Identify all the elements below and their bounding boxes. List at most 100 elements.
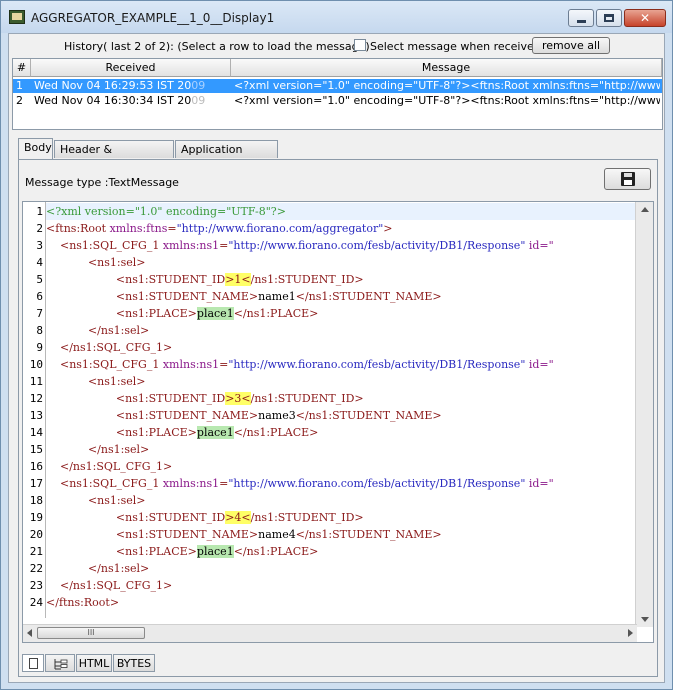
code-token: </ns1:STUDENT_NAME> xyxy=(295,528,442,541)
row-message: <?xml version="1.0" encoding="UTF-8"?><f… xyxy=(234,79,660,92)
scroll-right-arrow-icon[interactable] xyxy=(628,629,633,637)
scroll-left-arrow-icon[interactable] xyxy=(27,629,32,637)
tab-body[interactable]: Body xyxy=(18,138,53,159)
minimize-button[interactable] xyxy=(568,9,594,27)
message-type-label: Message type :TextMessage xyxy=(25,176,179,189)
code-line[interactable]: <ns1:PLACE>place1</ns1:PLACE> xyxy=(46,543,318,560)
code-token: place1 xyxy=(196,307,234,320)
tab-application-context[interactable]: Application Context xyxy=(175,140,278,174)
code-line[interactable]: <ns1:STUDENT_NAME>name3</ns1:STUDENT_NAM… xyxy=(46,407,442,424)
scroll-up-arrow-icon[interactable] xyxy=(641,207,649,212)
code-token: </ns1:SQL_CFG_1> xyxy=(46,460,173,473)
text-view-icon xyxy=(29,658,38,669)
code-token: </ns1:PLACE> xyxy=(233,426,319,439)
code-token: >3< xyxy=(225,392,251,405)
code-line[interactable]: <ns1:STUDENT_ID>3</ns1:STUDENT_ID> xyxy=(46,390,364,407)
horizontal-scroll-thumb[interactable]: III xyxy=(37,627,145,639)
code-token: <ns1:PLACE> xyxy=(46,426,197,439)
line-number: 16 xyxy=(29,460,43,473)
scroll-down-arrow-icon[interactable] xyxy=(641,617,649,622)
window-title: AGGREGATOR_EXAMPLE__1_0__Display1 xyxy=(31,11,275,25)
select-when-received-checkbox[interactable] xyxy=(354,39,366,51)
tab-header-attachments[interactable]: Header & Attachments xyxy=(54,140,174,174)
code-token: > xyxy=(383,222,393,235)
view-tab-tree[interactable] xyxy=(45,654,75,672)
line-number: 15 xyxy=(29,443,43,456)
view-tab-html[interactable]: HTML xyxy=(76,654,112,672)
code-area[interactable]: <?xml version="1.0" encoding="UTF-8"?> <f… xyxy=(46,202,637,618)
code-token: id=" xyxy=(525,477,554,490)
code-line[interactable]: </ns1:sel> xyxy=(46,560,149,577)
code-line[interactable]: <ns1:PLACE>place1</ns1:PLACE> xyxy=(46,305,318,322)
line-number: 9 xyxy=(36,341,43,354)
line-number: 8 xyxy=(36,324,43,337)
row-message: <?xml version="1.0" encoding="UTF-8"?><f… xyxy=(234,94,660,107)
code-line[interactable]: <ns1:sel> xyxy=(46,254,146,271)
code-line[interactable]: <ns1:STUDENT_NAME>name1</ns1:STUDENT_NAM… xyxy=(46,288,442,305)
table-row[interactable]: 2 Wed Nov 04 16:30:34 IST 2009 <?xml ver… xyxy=(13,94,662,108)
code-line[interactable]: <ns1:STUDENT_ID>4</ns1:STUDENT_ID> xyxy=(46,509,364,526)
history-label: History( last 2 of 2): (Select a row to … xyxy=(64,40,370,53)
close-button[interactable]: ✕ xyxy=(624,9,666,27)
select-when-received-label[interactable]: Select message when received xyxy=(370,40,541,53)
code-line[interactable]: <ns1:SQL_CFG_1 xmlns:ns1="http://www.fio… xyxy=(46,356,554,373)
code-token: name3 xyxy=(258,409,296,422)
column-header-message[interactable]: Message xyxy=(231,59,662,77)
code-token: place1 xyxy=(196,426,234,439)
row-received-text: Wed Nov 04 16:29:53 IST 20 xyxy=(34,79,192,92)
code-line[interactable]: <ns1:STUDENT_ID>1</ns1:STUDENT_ID> xyxy=(46,271,364,288)
code-token: >1< xyxy=(225,273,251,286)
code-line[interactable]: <ns1:PLACE>place1</ns1:PLACE> xyxy=(46,424,318,441)
code-line[interactable]: </ns1:SQL_CFG_1> xyxy=(46,458,172,475)
code-token: <ns1:SQL_CFG_1 xyxy=(46,239,163,252)
row-received-text: Wed Nov 04 16:30:34 IST 20 xyxy=(34,94,192,107)
horizontal-scrollbar[interactable]: III xyxy=(23,624,637,642)
code-line[interactable]: <ns1:SQL_CFG_1 xmlns:ns1="http://www.fio… xyxy=(46,475,554,492)
code-line[interactable]: </ns1:sel> xyxy=(46,441,149,458)
code-token: <ns1:PLACE> xyxy=(46,307,197,320)
code-line[interactable]: <ns1:STUDENT_NAME>name4</ns1:STUDENT_NAM… xyxy=(46,526,442,543)
code-line[interactable]: <ns1:SQL_CFG_1 xmlns:ns1="http://www.fio… xyxy=(46,237,554,254)
column-header-index[interactable]: # xyxy=(13,59,31,77)
view-tab-text[interactable] xyxy=(22,654,44,672)
code-token: name1 xyxy=(258,290,296,303)
view-tab-bytes[interactable]: BYTES xyxy=(113,654,155,672)
code-line[interactable]: </ftns:Root> xyxy=(46,594,119,611)
body-panel: Message type :TextMessage 1 2 3 4 5 6 7 8 9 10 11 1… xyxy=(18,159,658,677)
code-token: <ns1:sel> xyxy=(46,375,146,388)
vertical-scrollbar[interactable] xyxy=(635,202,653,627)
line-number: 13 xyxy=(29,409,43,422)
code-token: name4 xyxy=(258,528,296,541)
code-token: </ns1:STUDENT_NAME> xyxy=(295,290,442,303)
remove-all-button[interactable]: remove all xyxy=(532,37,610,54)
floppy-disk-icon xyxy=(621,172,635,186)
line-number: 7 xyxy=(36,307,43,320)
line-number: 24 xyxy=(29,596,43,609)
line-number: 4 xyxy=(36,256,43,269)
code-token: /ns1:STUDENT_ID> xyxy=(250,273,364,286)
line-number: 21 xyxy=(29,545,43,558)
line-number: 11 xyxy=(29,375,43,388)
save-button[interactable] xyxy=(604,168,651,190)
code-token: = xyxy=(219,239,229,252)
column-header-received[interactable]: Received xyxy=(31,59,231,77)
xml-editor[interactable]: 1 2 3 4 5 6 7 8 9 10 11 12 13 14 15 16 17 18 19 20 21 22 23 24 … xyxy=(22,201,654,643)
code-line[interactable]: </ns1:sel> xyxy=(46,322,149,339)
code-line[interactable]: <ns1:sel> xyxy=(46,492,146,509)
app-icon xyxy=(9,10,25,24)
table-row[interactable]: 1 Wed Nov 04 16:29:53 IST 2009 <?xml ver… xyxy=(13,79,662,93)
maximize-button[interactable] xyxy=(596,9,622,27)
code-token: </ns1:sel> xyxy=(46,443,150,456)
title-bar[interactable]: AGGREGATOR_EXAMPLE__1_0__Display1 ✕ xyxy=(1,1,672,33)
history-table: # Received Message 1 Wed Nov 04 16:29:53… xyxy=(12,58,663,130)
code-token: "http://www.fiorano.com/aggregator" xyxy=(176,222,384,235)
code-line[interactable]: </ns1:SQL_CFG_1> xyxy=(46,577,172,594)
code-line[interactable]: <ns1:sel> xyxy=(46,373,146,390)
code-token: </ns1:sel> xyxy=(46,562,150,575)
code-token: </ns1:PLACE> xyxy=(233,307,319,320)
code-token: id=" xyxy=(525,358,554,371)
code-line[interactable]: <?xml version="1.0" encoding="UTF-8"?> xyxy=(46,203,637,220)
line-number-gutter: 1 2 3 4 5 6 7 8 9 10 11 12 13 14 15 16 17 18 19 20 21 22 23 24 xyxy=(23,202,46,618)
code-line[interactable]: <ftns:Root xmlns:ftns="http://www.fioran… xyxy=(46,220,393,237)
code-line[interactable]: </ns1:SQL_CFG_1> xyxy=(46,339,172,356)
